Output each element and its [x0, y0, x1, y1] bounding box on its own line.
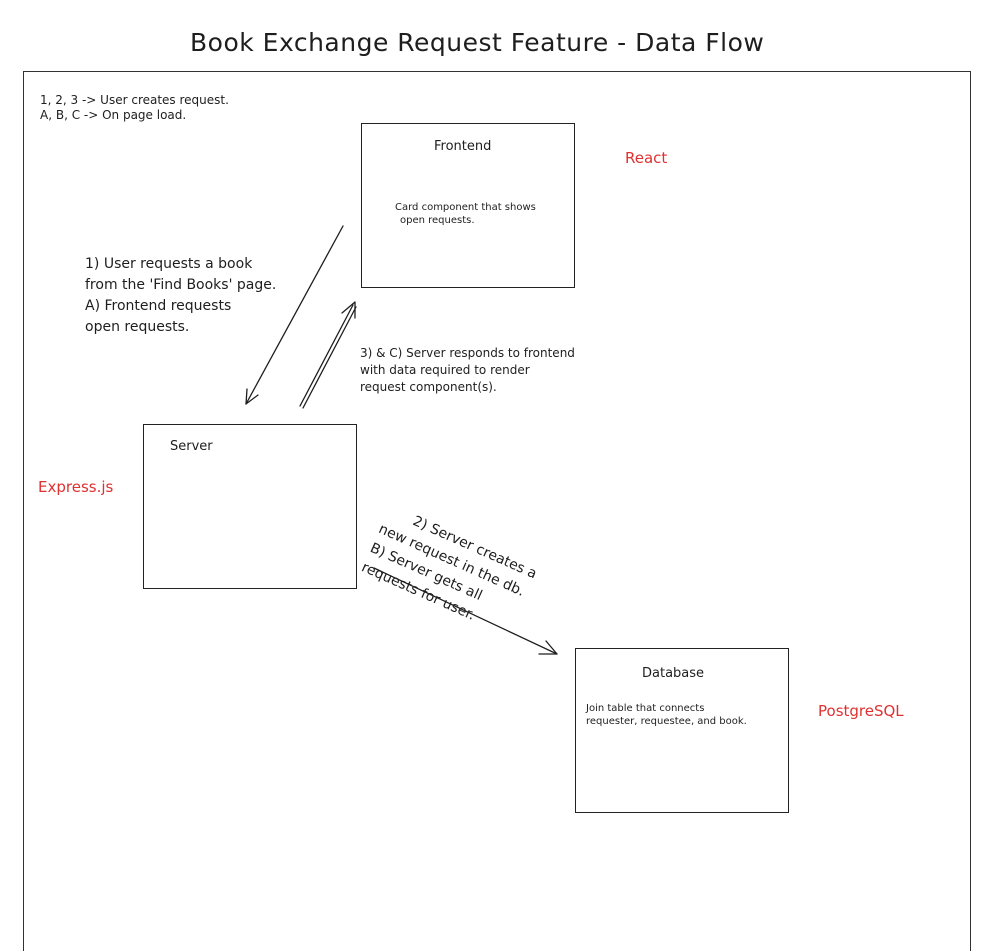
frontend-to-server-arrow [245, 225, 344, 405]
server-to-database-arrow [373, 567, 558, 655]
server-to-frontend-arrow [299, 301, 357, 409]
arrows-layer [245, 225, 558, 655]
